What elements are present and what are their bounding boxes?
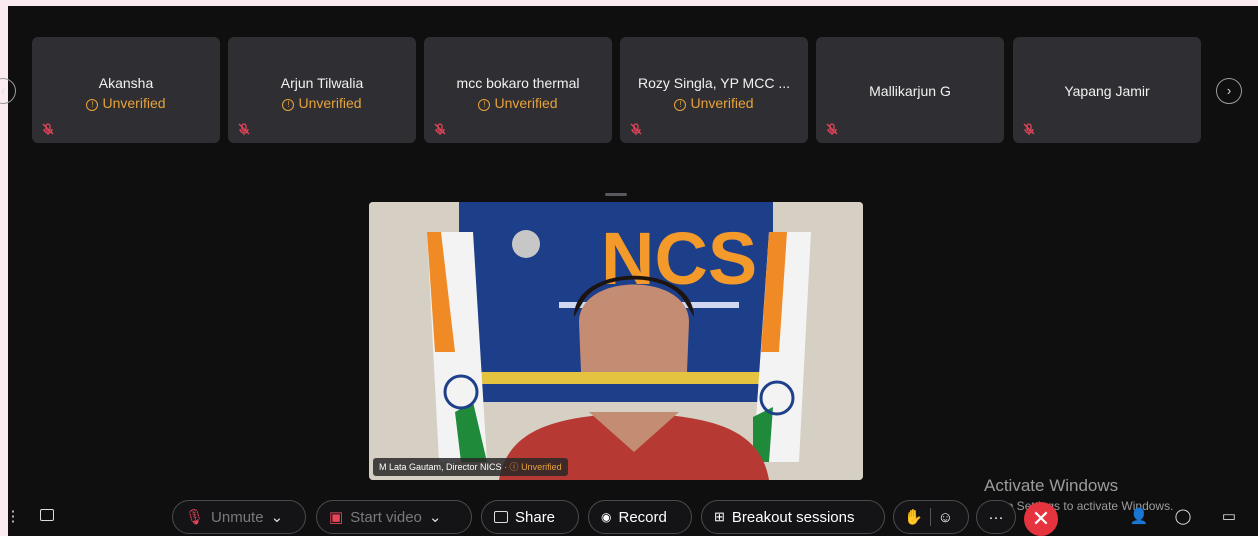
start-video-button[interactable]: ▣ Start video ⌄ [316, 500, 472, 534]
muted-mic-icon [42, 123, 54, 135]
record-icon: ◉ [601, 510, 612, 524]
participant-tile[interactable]: Yapang Jamir [1013, 37, 1201, 143]
muted-mic-icon [238, 123, 250, 135]
raise-hand-icon[interactable]: ✋ [904, 508, 923, 526]
participant-tile[interactable]: Akansha ! Unverified [32, 37, 220, 143]
unverified-badge: ! Unverified [32, 95, 220, 111]
speaker-name-label: M Lata Gautam, Director NICS · ⓘ Unverif… [373, 458, 568, 476]
chat-icon[interactable]: ◯ [1172, 506, 1194, 528]
muted-mic-icon: 🎙 [185, 509, 205, 526]
breakout-sessions-button[interactable]: ⊞ Breakout sessions [701, 500, 885, 534]
breakout-grid-icon: ⊞ [714, 509, 725, 524]
more-options-button[interactable]: ··· [976, 500, 1016, 534]
warning-icon: ! [282, 99, 295, 111]
participant-name: Arjun Tilwalia [280, 75, 364, 91]
participant-tile[interactable]: Arjun Tilwalia ! Unverified [228, 37, 416, 143]
participant-name: Yapang Jamir [1064, 83, 1150, 99]
warning-icon: · ⓘ [504, 462, 522, 472]
scroll-left-icon[interactable]: ‹ [0, 78, 16, 104]
muted-mic-icon [1023, 123, 1035, 135]
warning-icon: ! [478, 99, 491, 111]
participant-name: mcc bokaro thermal [456, 75, 580, 91]
share-button[interactable]: Share [481, 500, 579, 534]
participant-name: Akansha [98, 75, 154, 91]
record-button[interactable]: ◉ Record [588, 500, 692, 534]
video-off-icon: ▣ [329, 509, 344, 526]
unverified-badge: ! Unverified [620, 95, 808, 111]
unmute-button[interactable]: 🎙 Unmute ⌄ [172, 500, 306, 534]
closed-captions-icon[interactable] [36, 506, 58, 528]
app-menu-icon[interactable]: ⋮ [2, 506, 24, 528]
scroll-right-icon[interactable]: › [1216, 78, 1242, 104]
warning-icon: ! [86, 99, 99, 111]
unverified-badge: ! Unverified [424, 95, 612, 111]
active-speaker-video: NCS M Lata Gautam, Director NICS · ⓘ Unv… [369, 202, 863, 480]
participant-name: Mallikarjun G [869, 83, 951, 99]
participant-tile[interactable]: Mallikarjun G [816, 37, 1004, 143]
meeting-toolbar: ⋮ 🎙 Unmute ⌄ ▣ Start video ⌄ Share ◉ Rec… [0, 496, 1258, 536]
participant-tile[interactable]: mcc bokaro thermal ! Unverified [424, 37, 612, 143]
participants-icon[interactable]: 👤 [1128, 506, 1150, 528]
chevron-down-icon[interactable]: ⌄ [271, 508, 284, 526]
panel-icon[interactable]: ▭ [1218, 506, 1240, 528]
warning-icon: ! [674, 99, 687, 111]
muted-mic-icon [826, 123, 838, 135]
chevron-down-icon[interactable]: ⌄ [429, 508, 442, 526]
reactions-group: ✋ ☺ [893, 500, 969, 534]
muted-mic-icon [434, 123, 446, 135]
participant-strip: ‹ Akansha ! Unverified Arjun Tilwalia ! Un… [0, 6, 1258, 176]
muted-mic-icon [630, 123, 642, 135]
end-call-button[interactable]: ✕ [1024, 502, 1058, 536]
share-screen-icon [494, 511, 508, 523]
resize-handle[interactable] [605, 193, 627, 196]
unverified-badge: ! Unverified [228, 95, 416, 111]
emoji-icon[interactable]: ☺ [938, 509, 953, 526]
speaker-video-frame: NCS [369, 202, 863, 480]
participant-name: Rozy Singla, YP MCC ... [638, 75, 790, 91]
participant-tile[interactable]: Rozy Singla, YP MCC ... ! Unverified [620, 37, 808, 143]
